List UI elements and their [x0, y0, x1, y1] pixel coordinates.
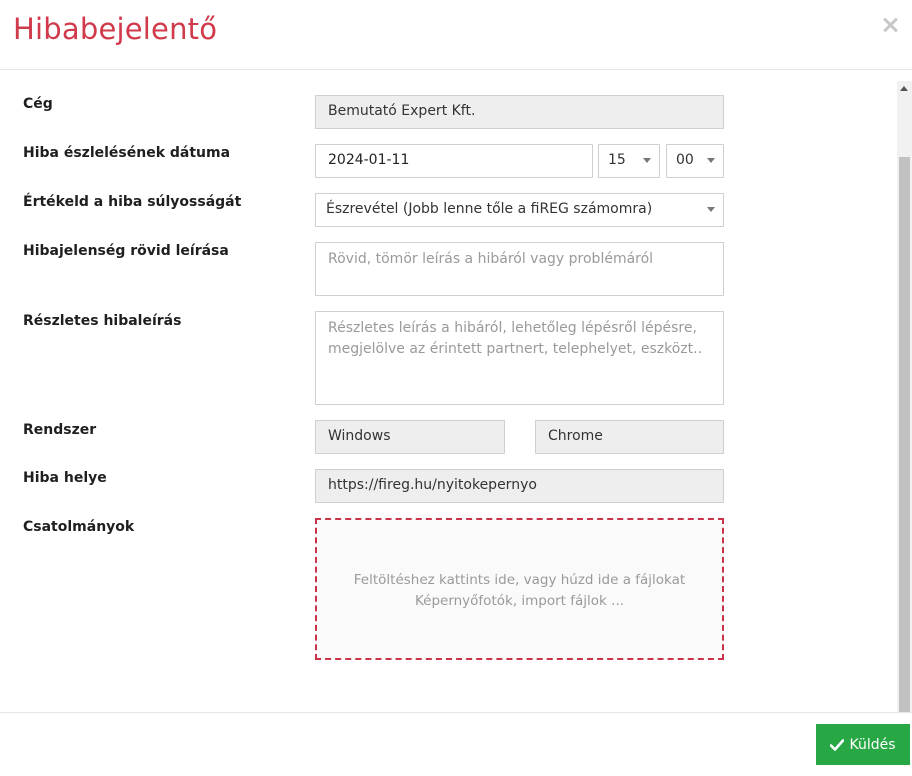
dropzone-line2: Képernyőfotók, import fájlok ...	[414, 593, 625, 609]
severity-value: Észrevétel (Jobb lenne tőle a fiREG szám…	[326, 201, 653, 217]
company-field: Bemutató Expert Kft.	[315, 95, 724, 129]
form-body: Cég Bemutató Expert Kft. Hiba észlelésén…	[0, 71, 912, 712]
send-label: Küldés	[849, 736, 896, 753]
attachments-dropzone[interactable]: Feltöltéshez kattints ide, vagy húzd ide…	[315, 518, 724, 660]
chevron-down-icon	[707, 207, 715, 212]
date-input[interactable]: 2024-01-11	[315, 144, 593, 178]
dialog-header: Hibabejelentő	[0, 0, 912, 70]
severity-select[interactable]: Észrevétel (Jobb lenne tőle a fiREG szám…	[315, 193, 724, 227]
location-label: Hiba helye	[23, 470, 107, 486]
dialog-title: Hibabejelentő	[13, 12, 218, 46]
detailed-desc-textarea[interactable]: Részletes leírás a hibáról, lehetőleg lé…	[315, 311, 724, 405]
minute-select[interactable]: 00	[666, 144, 724, 178]
chevron-down-icon	[707, 158, 715, 163]
check-icon	[830, 738, 845, 751]
detailed-desc-label: Részletes hibaleírás	[23, 313, 182, 329]
send-button[interactable]: Küldés	[816, 724, 910, 765]
detailed-desc-placeholder-line2: megjelölve az érintett partnert, telephe…	[328, 341, 703, 357]
dropzone-line1: Feltöltéshez kattints ide, vagy húzd ide…	[353, 572, 686, 588]
short-desc-label: Hibajelenség rövid leírása	[23, 243, 229, 259]
short-desc-input[interactable]: Rövid, tömör leírás a hibáról vagy probl…	[315, 242, 724, 296]
chevron-down-icon	[643, 158, 651, 163]
minute-value: 00	[676, 152, 694, 168]
scrollbar[interactable]	[897, 81, 912, 712]
severity-label: Értékeld a hiba súlyosságát	[23, 194, 242, 210]
date-label: Hiba észlelésének dátuma	[23, 145, 231, 161]
scroll-thumb[interactable]	[899, 157, 910, 712]
browser-field: Chrome	[535, 420, 724, 454]
dialog-footer: Küldés	[0, 712, 912, 776]
company-label: Cég	[23, 96, 53, 112]
detailed-desc-placeholder-line1: Részletes leírás a hibáról, lehetőleg lé…	[328, 320, 697, 336]
hour-value: 15	[608, 152, 626, 168]
close-icon[interactable]	[881, 16, 899, 34]
attachments-label: Csatolmányok	[23, 519, 135, 535]
hour-select[interactable]: 15	[598, 144, 660, 178]
scroll-up-icon[interactable]	[900, 86, 908, 91]
location-field: https://fireg.hu/nyitokepernyo	[315, 469, 724, 503]
system-label: Rendszer	[23, 422, 97, 438]
os-field: Windows	[315, 420, 505, 454]
